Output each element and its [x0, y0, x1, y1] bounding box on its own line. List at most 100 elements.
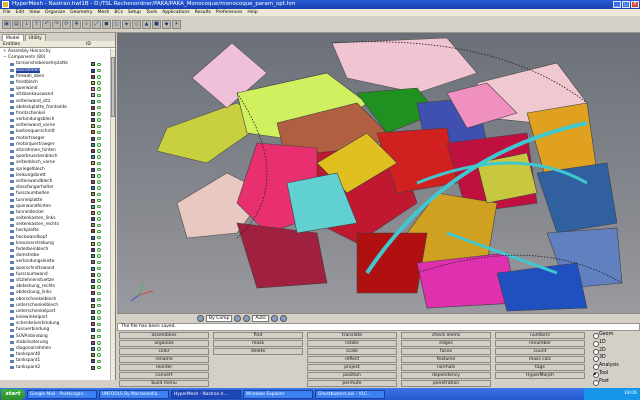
component-color-swatch[interactable] [91, 142, 95, 147]
visibility-icon[interactable] [97, 118, 101, 122]
panel-button-rotate[interactable]: rotate [307, 340, 397, 347]
panel-button-delete[interactable]: delete [213, 348, 303, 355]
component-color-swatch[interactable] [91, 68, 95, 73]
visibility-icon[interactable] [97, 353, 101, 357]
visibility-icon[interactable] [97, 204, 101, 209]
page-radio-3d[interactable]: 3D [592, 354, 640, 363]
component-color-swatch[interactable] [91, 322, 95, 327]
component-color-swatch[interactable] [91, 353, 95, 358]
panel-button-permute[interactable]: permute [307, 380, 397, 387]
visibility-icon[interactable] [97, 99, 101, 104]
save-icon[interactable]: ▤ [12, 19, 21, 29]
visibility-icon[interactable] [97, 291, 101, 296]
panel-button-organize[interactable]: organize [119, 340, 209, 347]
component-color-swatch[interactable] [91, 278, 95, 283]
component-color-swatch[interactable] [91, 149, 95, 153]
component-color-swatch[interactable] [91, 254, 95, 259]
light-icon[interactable]: ☀ [172, 19, 181, 29]
menu-help[interactable]: Help [247, 9, 257, 16]
component-color-swatch[interactable] [91, 118, 95, 123]
maximize-button[interactable]: □ [622, 1, 630, 8]
panel-button-reflect[interactable]: reflect [307, 356, 397, 363]
visibility-icon[interactable] [97, 186, 101, 190]
taskbar-item[interactable]: HyperMesh - Nastran.h... [171, 389, 241, 399]
component-row[interactable]: tankspant2 [0, 365, 115, 371]
start-button[interactable]: start [1, 388, 25, 400]
page-radio-1d[interactable]: 1D [592, 339, 640, 347]
component-color-swatch[interactable] [91, 167, 95, 172]
component-color-swatch[interactable] [91, 155, 95, 160]
panel-button-project[interactable]: project [307, 364, 397, 371]
component-color-swatch[interactable] [91, 74, 95, 79]
zoom-icon[interactable]: ⌕ [82, 19, 91, 29]
component-color-swatch[interactable] [91, 130, 95, 135]
lighting-icon[interactable] [270, 315, 278, 322]
visibility-icon[interactable] [97, 297, 101, 302]
panel-button-faces[interactable]: faces [401, 348, 491, 355]
panel-button-rename[interactable]: rename [119, 356, 209, 363]
taskbar-item[interactable]: Ghostbusters.avi - VLC... [315, 389, 385, 399]
visibility-icon[interactable] [97, 365, 101, 370]
visibility-icon[interactable] [97, 285, 101, 289]
visibility-icon[interactable] [97, 143, 101, 147]
component-color-swatch[interactable] [91, 223, 95, 228]
visibility-icon[interactable] [97, 260, 101, 265]
visibility-icon[interactable] [97, 198, 101, 203]
component-color-swatch[interactable] [91, 210, 95, 215]
visibility-icon[interactable] [97, 341, 101, 345]
top-icon[interactable]: ▲ [142, 19, 151, 29]
component-color-swatch[interactable] [91, 241, 95, 246]
component-color-swatch[interactable] [91, 93, 95, 98]
panel-button-build-menu[interactable]: build menu [119, 380, 209, 387]
component-color-swatch[interactable] [91, 192, 95, 197]
component-color-swatch[interactable] [91, 272, 95, 277]
component-color-swatch[interactable] [91, 198, 95, 203]
panel-button-edges[interactable]: edges [401, 340, 491, 347]
visibility-icon[interactable] [97, 211, 101, 215]
visibility-icon[interactable] [97, 68, 101, 73]
auto-select[interactable]: Auto [252, 315, 269, 322]
scrollbar-thumb[interactable] [111, 57, 115, 117]
component-color-swatch[interactable] [91, 105, 95, 110]
graphics-viewport[interactable] [117, 33, 640, 313]
taskbar-item[interactable]: Windows Explorer [243, 389, 313, 399]
menu-preferences[interactable]: Preferences [216, 9, 242, 16]
component-color-swatch[interactable] [91, 316, 95, 321]
menu-bcs[interactable]: BCs [114, 9, 123, 16]
visibility-icon[interactable] [97, 75, 101, 79]
visibility-icon[interactable] [97, 167, 101, 172]
page-radio-tool[interactable]: Tool [592, 370, 640, 378]
panel-button-check-elems[interactable]: check elems [401, 332, 491, 339]
iso-icon[interactable]: ◇ [132, 19, 141, 29]
panel-button-tags[interactable]: tags [495, 364, 585, 371]
component-color-swatch[interactable] [91, 309, 95, 314]
component-color-swatch[interactable] [91, 359, 95, 364]
id-column-header[interactable]: ID [86, 41, 91, 48]
component-color-swatch[interactable] [91, 136, 95, 141]
component-color-swatch[interactable] [91, 80, 95, 85]
tab-utility[interactable]: Utility [24, 34, 46, 41]
visibility-icon[interactable] [97, 328, 101, 333]
panel-button-hypermorph[interactable]: HyperMorph [495, 372, 585, 379]
component-color-swatch[interactable] [91, 235, 95, 240]
menu-mesh[interactable]: Mesh [98, 9, 110, 16]
component-color-swatch[interactable] [91, 297, 95, 302]
page-radio-geom[interactable]: Geom [592, 331, 640, 339]
elements-icon[interactable] [279, 315, 287, 322]
component-color-swatch[interactable] [91, 248, 95, 252]
visibility-icon[interactable] [97, 254, 101, 258]
mesh-mode-icon[interactable] [243, 315, 251, 322]
component-color-swatch[interactable] [91, 173, 95, 178]
component-color-swatch[interactable] [91, 334, 95, 339]
visibility-icon[interactable] [97, 87, 101, 91]
visibility-icon[interactable] [97, 155, 101, 159]
visibility-icon[interactable] [97, 62, 101, 67]
menu-edit[interactable]: Edit [16, 9, 25, 16]
component-color-swatch[interactable] [91, 87, 95, 92]
page-radio-post[interactable]: Post [592, 378, 640, 386]
visibility-icon[interactable] [97, 248, 101, 252]
shade-icon[interactable]: ◼ [102, 19, 111, 29]
visibility-icon[interactable] [97, 161, 101, 166]
panel-button-color[interactable]: color [119, 348, 209, 355]
component-color-swatch[interactable] [91, 124, 95, 129]
